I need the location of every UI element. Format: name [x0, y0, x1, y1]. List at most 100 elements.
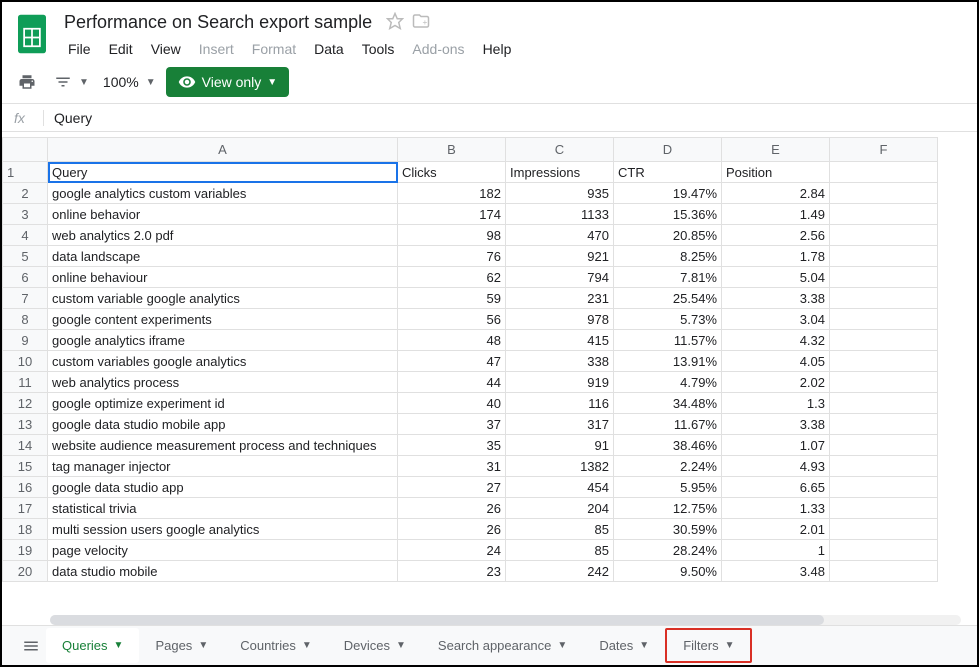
sheet-tab-search-appearance[interactable]: Search appearance▼	[422, 628, 583, 663]
cell[interactable]	[830, 519, 938, 540]
cell[interactable]: 794	[506, 267, 614, 288]
row-header[interactable]: 18	[3, 519, 48, 540]
cell[interactable]	[830, 246, 938, 267]
row-header[interactable]: 14	[3, 435, 48, 456]
cell[interactable]: 5.73%	[614, 309, 722, 330]
cell[interactable]: 47	[398, 351, 506, 372]
cell[interactable]: 1382	[506, 456, 614, 477]
cell[interactable]: 4.79%	[614, 372, 722, 393]
cell[interactable]: 91	[506, 435, 614, 456]
cell[interactable]: 3.38	[722, 288, 830, 309]
cell[interactable]	[830, 351, 938, 372]
zoom-level[interactable]: 100%	[99, 72, 143, 92]
row-header[interactable]: 2	[3, 183, 48, 204]
menu-tools[interactable]: Tools	[354, 37, 403, 61]
sheet-tab-pages[interactable]: Pages▼	[139, 628, 224, 663]
cell[interactable]: 2.84	[722, 183, 830, 204]
column-header-d[interactable]: D	[614, 138, 722, 162]
row-header[interactable]: 15	[3, 456, 48, 477]
cell[interactable]: 3.38	[722, 414, 830, 435]
cell[interactable]: online behavior	[48, 204, 398, 225]
cell[interactable]: web analytics 2.0 pdf	[48, 225, 398, 246]
view-only-button[interactable]: View only ▼	[166, 67, 290, 97]
cell[interactable]: 1133	[506, 204, 614, 225]
cell[interactable]: google content experiments	[48, 309, 398, 330]
cell[interactable]: 182	[398, 183, 506, 204]
cell[interactable]: 921	[506, 246, 614, 267]
cell[interactable]: 11.57%	[614, 330, 722, 351]
cell[interactable]: 1.07	[722, 435, 830, 456]
menu-file[interactable]: File	[60, 37, 99, 61]
cell[interactable]: 231	[506, 288, 614, 309]
cell[interactable]: CTR	[614, 162, 722, 183]
cell[interactable]: tag manager injector	[48, 456, 398, 477]
star-icon[interactable]	[386, 12, 404, 33]
cell[interactable]	[830, 393, 938, 414]
row-header[interactable]: 1	[3, 162, 48, 183]
cell[interactable]: 116	[506, 393, 614, 414]
cell[interactable]: google data studio mobile app	[48, 414, 398, 435]
cell[interactable]: 1.49	[722, 204, 830, 225]
cell[interactable]: 3.04	[722, 309, 830, 330]
cell[interactable]: 19.47%	[614, 183, 722, 204]
cell[interactable]: 15.36%	[614, 204, 722, 225]
cell[interactable]: 24	[398, 540, 506, 561]
cell[interactable]: 28.24%	[614, 540, 722, 561]
cell[interactable]: 85	[506, 519, 614, 540]
cell[interactable]	[830, 435, 938, 456]
cell[interactable]: 26	[398, 519, 506, 540]
cell[interactable]	[830, 162, 938, 183]
cell[interactable]: 935	[506, 183, 614, 204]
spreadsheet-grid[interactable]: ABCDEF 1QueryClicksImpressionsCTRPositio…	[2, 137, 977, 620]
cell[interactable]: 25.54%	[614, 288, 722, 309]
cell[interactable]: 12.75%	[614, 498, 722, 519]
cell[interactable]: 2.24%	[614, 456, 722, 477]
cell[interactable]: google analytics custom variables	[48, 183, 398, 204]
cell[interactable]: 23	[398, 561, 506, 582]
cell[interactable]: 76	[398, 246, 506, 267]
cell[interactable]: online behaviour	[48, 267, 398, 288]
cell[interactable]: 31	[398, 456, 506, 477]
cell[interactable]: 59	[398, 288, 506, 309]
cell[interactable]: multi session users google analytics	[48, 519, 398, 540]
cell[interactable]: Query	[48, 162, 398, 183]
cell[interactable]: Position	[722, 162, 830, 183]
cell[interactable]	[830, 540, 938, 561]
cell[interactable]: google optimize experiment id	[48, 393, 398, 414]
cell[interactable]: 470	[506, 225, 614, 246]
cell[interactable]	[830, 330, 938, 351]
sheet-tab-queries[interactable]: Queries▼	[46, 628, 139, 663]
move-icon[interactable]: +	[412, 12, 430, 33]
cell[interactable]: 2.02	[722, 372, 830, 393]
cell[interactable]: 62	[398, 267, 506, 288]
cell[interactable]: 27	[398, 477, 506, 498]
cell[interactable]: 5.95%	[614, 477, 722, 498]
menu-edit[interactable]: Edit	[101, 37, 141, 61]
row-header[interactable]: 20	[3, 561, 48, 582]
row-header[interactable]: 9	[3, 330, 48, 351]
cell[interactable]: data landscape	[48, 246, 398, 267]
menu-format[interactable]: Format	[244, 37, 304, 61]
cell[interactable]: 5.04	[722, 267, 830, 288]
formula-input[interactable]: Query	[44, 110, 965, 126]
cell[interactable]: 919	[506, 372, 614, 393]
sheets-icon[interactable]	[14, 10, 50, 58]
sheet-tab-filters[interactable]: Filters▼	[665, 628, 752, 663]
row-header[interactable]: 10	[3, 351, 48, 372]
cell[interactable]: 3.48	[722, 561, 830, 582]
cell[interactable]: google analytics iframe	[48, 330, 398, 351]
cell[interactable]	[830, 225, 938, 246]
cell[interactable]: 35	[398, 435, 506, 456]
cell[interactable]	[830, 267, 938, 288]
cell[interactable]: 20.85%	[614, 225, 722, 246]
cell[interactable]: 4.32	[722, 330, 830, 351]
row-header[interactable]: 19	[3, 540, 48, 561]
cell[interactable]: google data studio app	[48, 477, 398, 498]
cell[interactable]: 338	[506, 351, 614, 372]
cell[interactable]: 4.05	[722, 351, 830, 372]
print-button[interactable]	[14, 69, 40, 95]
menu-help[interactable]: Help	[475, 37, 520, 61]
row-header[interactable]: 11	[3, 372, 48, 393]
cell[interactable]: 56	[398, 309, 506, 330]
cell[interactable]: 1.3	[722, 393, 830, 414]
